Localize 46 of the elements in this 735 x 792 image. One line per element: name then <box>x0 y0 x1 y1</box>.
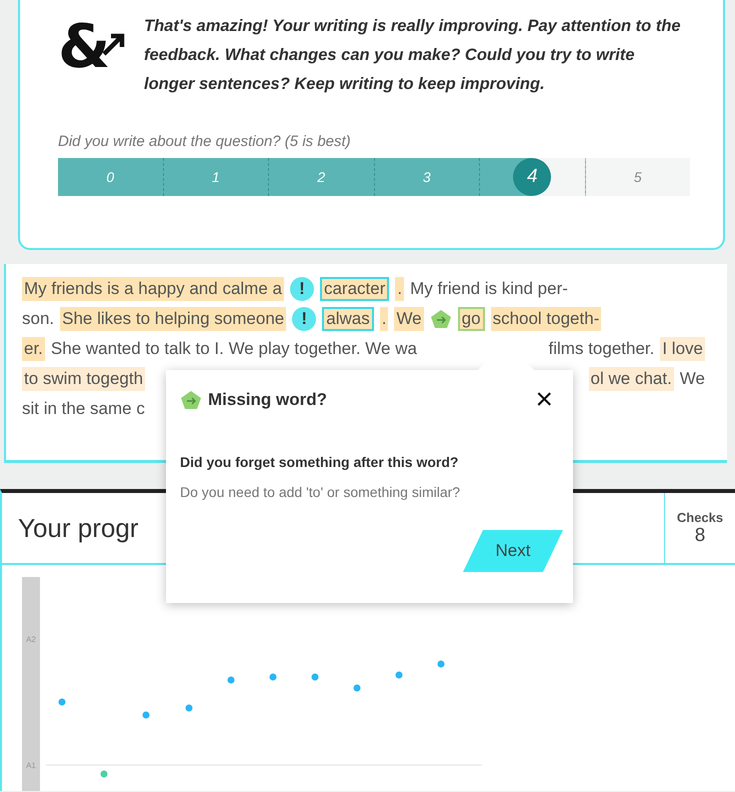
highlighted-text[interactable]: My friends is a happy and calme a <box>22 277 284 301</box>
essay-text: We <box>680 368 705 390</box>
arrow-icon <box>430 309 452 329</box>
highlighted-text[interactable]: We <box>394 307 424 331</box>
stat-value: 8 <box>694 524 706 546</box>
highlighted-text[interactable]: to swim togegth <box>22 367 146 391</box>
flagged-word[interactable]: caracter <box>320 277 390 301</box>
highlighted-text[interactable]: school togeth- <box>490 307 602 331</box>
highlighted-text[interactable]: She likes to helping someone <box>60 307 286 331</box>
highlighted-text[interactable]: ol we chat. <box>588 367 674 391</box>
data-point <box>228 676 234 684</box>
essay-text: son. <box>22 308 54 330</box>
highlighted-text[interactable]: I love <box>660 337 705 361</box>
alert-badge[interactable]: ! <box>290 277 314 301</box>
data-point <box>396 672 402 678</box>
highlighted-text[interactable]: . <box>380 307 388 331</box>
data-point <box>58 698 66 706</box>
popover-title: Missing word? <box>208 390 328 410</box>
rating-step[interactable]: 4 <box>480 158 586 196</box>
data-point <box>438 660 444 668</box>
data-point <box>312 674 318 680</box>
logo-mark: & <box>58 12 110 82</box>
data-point <box>270 674 276 680</box>
essay-text: My friend is kind per- <box>410 278 568 300</box>
essay-text: films together. <box>548 338 654 360</box>
data-point <box>142 712 150 718</box>
popover-hint: Do you need to add 'to' or something similar? <box>180 484 462 500</box>
alert-badge[interactable]: ! <box>292 307 316 331</box>
popover-question: Did you forget something after this word? <box>180 454 460 470</box>
stat-label: Checks <box>676 510 724 524</box>
rating-question: Did you write about the question? (5 is best) <box>58 133 352 150</box>
flagged-word[interactable]: alwas <box>322 307 374 331</box>
essay-text: She wanted to talk to I. We play together. We wa <box>50 338 417 360</box>
feedback-message: That's amazing! Your writing is really improving. Pay attention to the feedback. What changes can you make? Could you try to write longer sentences? Keep writing to keep improving. <box>144 16 682 95</box>
flagged-word[interactable]: go <box>458 307 485 331</box>
highlighted-text[interactable]: er. <box>22 337 45 361</box>
data-point <box>100 770 108 778</box>
rating-step[interactable]: 5 <box>586 158 690 196</box>
next-button[interactable]: Next <box>463 530 563 572</box>
highlighted-text[interactable]: . <box>395 277 404 301</box>
arrow-icon <box>180 390 202 410</box>
data-point <box>354 684 360 692</box>
data-point <box>186 704 192 712</box>
essay-text: sit in the same c <box>22 398 145 420</box>
section-title: Your progr <box>17 512 138 544</box>
close-button[interactable]: × <box>535 386 553 414</box>
